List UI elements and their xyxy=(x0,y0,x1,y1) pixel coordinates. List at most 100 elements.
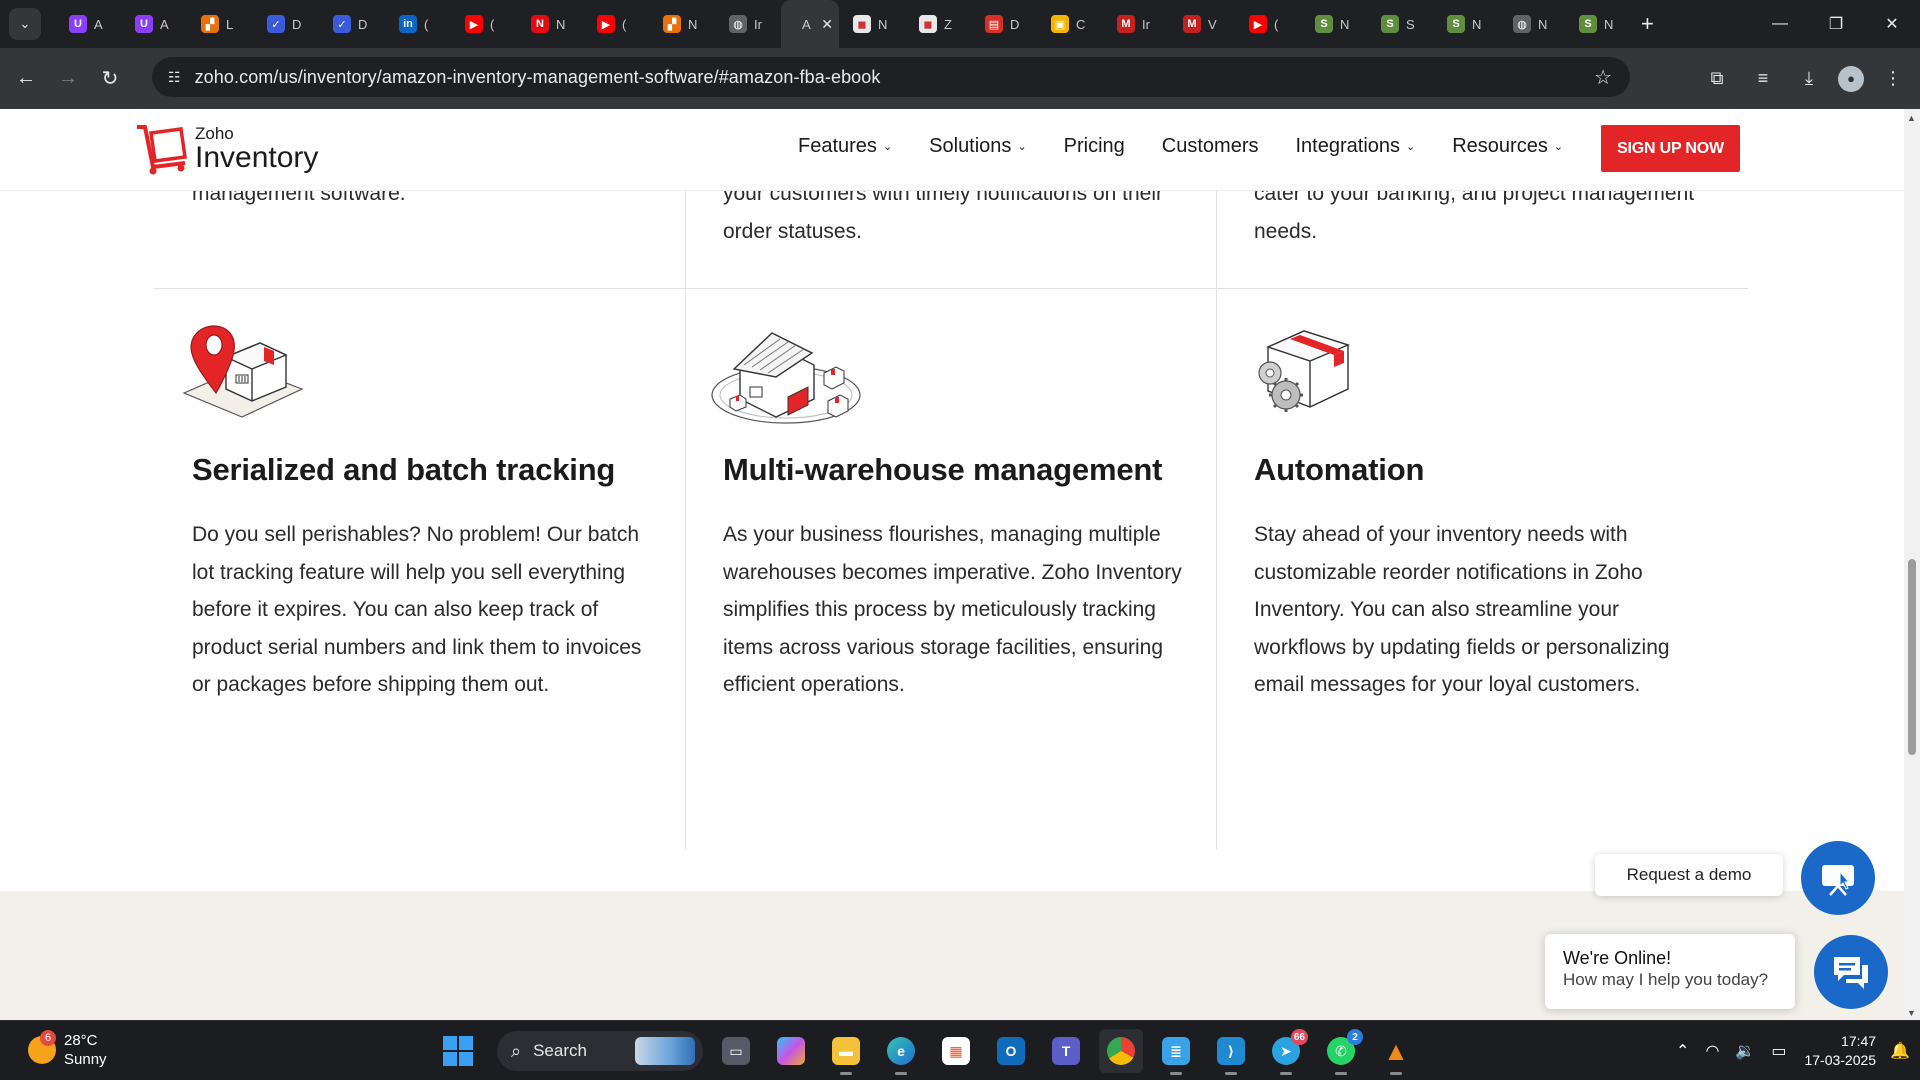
whatsapp-icon[interactable]: ✆ 2 xyxy=(1319,1029,1363,1075)
teams-icon[interactable]: T xyxy=(1044,1029,1088,1073)
browser-tab[interactable]: M Ir xyxy=(1103,0,1169,48)
scrollbar-thumb[interactable] xyxy=(1908,559,1916,755)
volume-icon[interactable]: 🔉 xyxy=(1735,1041,1755,1061)
notification-bell-icon[interactable]: 🔔 xyxy=(1890,1041,1910,1061)
tab-title: ( xyxy=(1274,16,1279,32)
close-tab-icon[interactable]: ✕ xyxy=(821,16,833,33)
chevron-down-icon: ⌄ xyxy=(882,141,893,153)
browser-tab[interactable]: ▞ N xyxy=(649,0,715,48)
nav-item-customers[interactable]: Customers xyxy=(1162,135,1259,158)
show-hidden-icons-icon[interactable]: ⌃ xyxy=(1676,1041,1689,1061)
main-navigation: Features ⌄ Solutions ⌄ Pricing Customers Integ… xyxy=(798,135,1600,158)
downloads-icon[interactable]: ⤓ xyxy=(1792,62,1826,96)
system-tray: ⌃ ◠ 🔉 ▭ 17:47 17-03-2025 🔔 xyxy=(1660,1021,1910,1080)
browser-tab[interactable]: ▶( xyxy=(583,0,649,48)
reload-button[interactable]: ↻ xyxy=(92,61,128,97)
nav-item-integrations[interactable]: Integrations ⌄ xyxy=(1296,135,1416,158)
bookmark-star-icon[interactable]: ☆ xyxy=(1594,65,1612,90)
tab-title: Z xyxy=(944,16,952,32)
cart-logo-icon xyxy=(137,125,187,175)
tab-title: L xyxy=(226,16,234,32)
edge-icon[interactable]: e xyxy=(879,1029,923,1075)
tab-title: A xyxy=(94,16,103,32)
scroll-down-arrow-icon[interactable]: ▼ xyxy=(1907,1008,1916,1018)
browser-tab[interactable]: NN xyxy=(517,0,583,48)
chrome-icon[interactable] xyxy=(1099,1029,1143,1073)
chrome-menu-icon[interactable]: ⋮ xyxy=(1876,62,1910,96)
back-button[interactable]: ← xyxy=(8,61,44,97)
tab-search-button[interactable]: ⌄ xyxy=(9,8,41,40)
new-tab-button[interactable]: + xyxy=(1641,11,1654,37)
taskbar-search[interactable]: ⌕ Search xyxy=(497,1031,703,1071)
battery-icon[interactable]: ▭ xyxy=(1771,1041,1786,1061)
browser-tab[interactable]: ◍ Ir xyxy=(715,0,781,48)
site-info-icon[interactable]: ☷ xyxy=(168,69,181,86)
sign-up-now-button[interactable]: SIGN UP NOW xyxy=(1601,125,1740,172)
browser-tab[interactable]: SN xyxy=(1433,0,1499,48)
tab-favicon-icon: N xyxy=(531,15,549,33)
page-scrollbar[interactable]: ▲ ▼ xyxy=(1904,109,1920,1020)
browser-tab[interactable]: ✓ D xyxy=(319,0,385,48)
request-demo-button[interactable] xyxy=(1801,841,1875,915)
vscode-icon[interactable]: ⟩ xyxy=(1209,1029,1253,1075)
request-demo-label[interactable]: Request a demo xyxy=(1595,854,1783,896)
tab-favicon-icon: ▞ xyxy=(201,15,219,33)
forward-button[interactable]: → xyxy=(50,61,86,97)
media-controls-icon[interactable]: ≡ xyxy=(1746,62,1780,96)
nav-item-resources[interactable]: Resources ⌄ xyxy=(1452,135,1563,158)
browser-tab[interactable]: UA xyxy=(121,0,187,48)
copilot-icon[interactable] xyxy=(769,1029,813,1073)
browser-tab[interactable]: ▤ D xyxy=(971,0,1037,48)
browser-tab[interactable]: ◼ Z xyxy=(905,0,971,48)
browser-tab[interactable]: ◼ N xyxy=(839,0,905,48)
tab-title: N xyxy=(1340,16,1350,32)
tab-favicon-icon: ▣ xyxy=(1051,15,1069,33)
nav-item-solutions[interactable]: Solutions ⌄ xyxy=(929,135,1027,158)
tab-favicon-icon: S xyxy=(1579,15,1597,33)
file-explorer-icon[interactable]: ▬ xyxy=(824,1029,868,1075)
minimize-button[interactable]: — xyxy=(1752,0,1808,48)
browser-tab[interactable]: SS xyxy=(1367,0,1433,48)
browser-tab[interactable]: in ( xyxy=(385,0,451,48)
zoho-inventory-logo[interactable]: Zoho Inventory xyxy=(135,123,318,175)
browser-tab[interactable]: ✓ D xyxy=(253,0,319,48)
weather-widget[interactable]: 6 28°C Sunny xyxy=(28,1030,107,1069)
browser-tab[interactable]: ▞ L xyxy=(187,0,253,48)
tab-title: V xyxy=(1208,16,1217,32)
address-bar[interactable]: ☷ zoho.com/us/inventory/amazon-inventory… xyxy=(152,57,1630,97)
logo-zoho-text: Zoho xyxy=(195,124,234,143)
browser-tab[interactable]: ▶( xyxy=(451,0,517,48)
logo-inventory-text: Inventory xyxy=(195,141,319,174)
outlook-icon[interactable]: O xyxy=(989,1029,1033,1073)
microsoft-store-icon[interactable]: ▦ xyxy=(934,1029,978,1073)
clock[interactable]: 17:47 17-03-2025 xyxy=(1804,1032,1876,1070)
browser-tab[interactable]: SN xyxy=(1301,0,1367,48)
wifi-icon[interactable]: ◠ xyxy=(1705,1041,1719,1061)
profile-avatar[interactable]: ● xyxy=(1838,65,1864,92)
notepad-icon[interactable]: ≣ xyxy=(1154,1029,1198,1075)
scroll-up-arrow-icon[interactable]: ▲ xyxy=(1907,113,1916,123)
browser-tab[interactable]: MV xyxy=(1169,0,1235,48)
browser-tab-active[interactable]: A ✕ xyxy=(781,0,839,48)
telegram-icon[interactable]: ➤ 66 xyxy=(1264,1029,1308,1075)
nav-item-pricing[interactable]: Pricing xyxy=(1064,135,1125,158)
close-window-button[interactable]: ✕ xyxy=(1864,0,1920,48)
vlc-icon[interactable]: ▲ xyxy=(1374,1029,1418,1075)
taskbar-search-label: Search xyxy=(533,1041,587,1060)
task-view-icon[interactable]: ▭ xyxy=(714,1029,758,1073)
browser-tab[interactable]: ◍ N xyxy=(1499,0,1565,48)
browser-tab[interactable]: SN xyxy=(1565,0,1631,48)
chat-launcher-button[interactable] xyxy=(1814,935,1888,1009)
nav-item-features[interactable]: Features ⌄ xyxy=(798,135,892,158)
tab-title: ( xyxy=(424,16,429,32)
restore-button[interactable]: ❐ xyxy=(1808,0,1864,48)
tab-title: N xyxy=(878,16,888,32)
chat-prompt[interactable]: We're Online! How may I help you today? xyxy=(1545,934,1795,1009)
start-button[interactable] xyxy=(443,1036,473,1066)
tab-favicon-icon: ▶ xyxy=(597,15,615,33)
browser-tab[interactable]: ▣ C xyxy=(1037,0,1103,48)
browser-tab[interactable]: UA xyxy=(55,0,121,48)
browser-tab[interactable]: ▶( xyxy=(1235,0,1301,48)
extensions-icon[interactable]: ⧉ xyxy=(1700,62,1734,96)
nav-item-label: Resources xyxy=(1452,135,1548,157)
